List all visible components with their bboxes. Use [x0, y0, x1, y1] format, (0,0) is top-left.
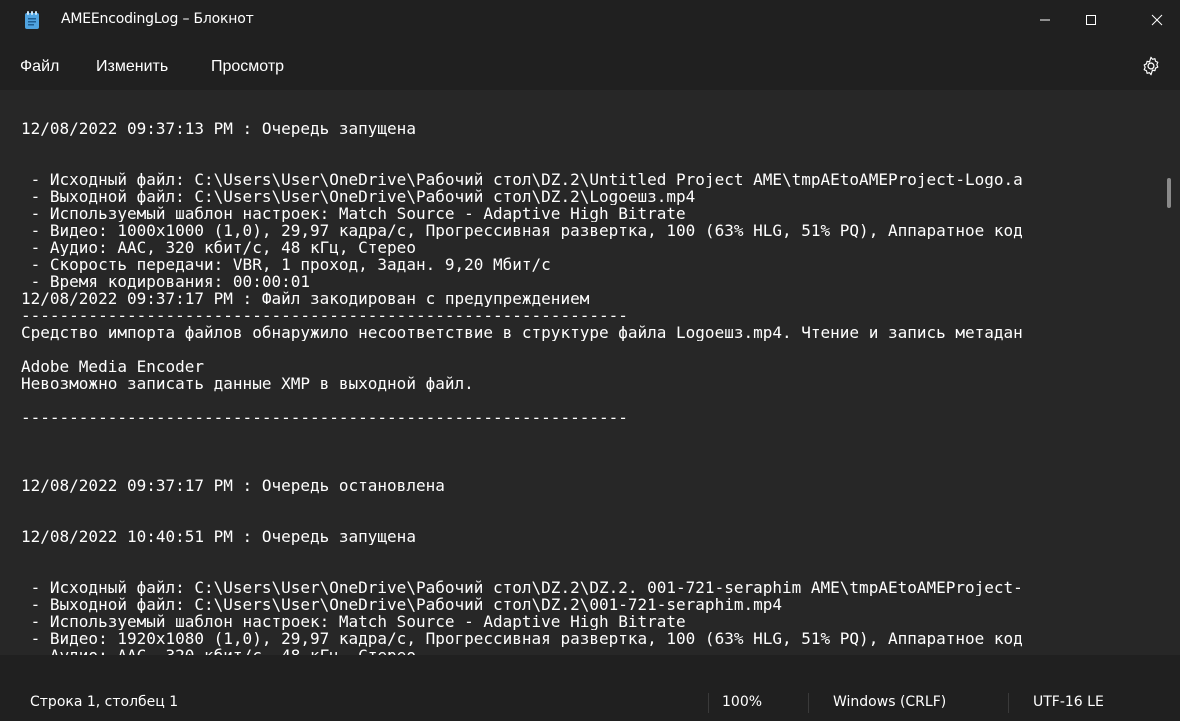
text-editor[interactable]: 12/08/2022 09:37:13 PM : Очередь запущен… — [0, 90, 1160, 655]
text-line: 12/08/2022 09:37:13 PM : Очередь запущен… — [21, 120, 416, 137]
cursor-position: Строка 1, столбец 1 — [30, 694, 179, 710]
text-line: - Аудио: AAC, 320 кбит/с, 48 кГц, Стерео — [21, 239, 416, 256]
text-line — [21, 392, 1160, 409]
text-line: Adobe Media Encoder — [21, 358, 205, 375]
status-divider — [1008, 693, 1009, 713]
text-line: - Используемый шаблон настроек: Match So… — [21, 205, 686, 222]
status-bar: Строка 1, столбец 1 100% Windows (CRLF) … — [0, 685, 1180, 721]
text-line: - Исходный файл: C:\Users\User\OneDrive\… — [21, 579, 1023, 596]
text-line: Средство импорта файлов обнаружило несоо… — [21, 324, 1023, 341]
text-line: - Исходный файл: C:\Users\User\OneDrive\… — [21, 171, 1023, 188]
editor-text[interactable]: 12/08/2022 09:37:13 PM : Очередь запущен… — [21, 120, 1160, 655]
text-line — [21, 443, 1160, 460]
menu-edit[interactable]: Изменить — [96, 58, 168, 76]
text-line: 12/08/2022 09:37:17 PM : Очередь останов… — [21, 477, 445, 494]
text-line: ----------------------------------------… — [21, 307, 628, 324]
minimize-icon — [1040, 19, 1050, 21]
text-line — [21, 511, 1160, 528]
text-line: - Видео: 1000x1000 (1,0), 29,97 кадра/с,… — [21, 222, 1023, 239]
vertical-scrollbar[interactable] — [1160, 90, 1180, 655]
text-line: - Время кодирования: 00:00:01 — [21, 273, 310, 290]
text-line — [21, 460, 1160, 477]
zoom-level: 100% — [722, 694, 763, 710]
gear-icon[interactable] — [1140, 55, 1162, 77]
text-line: - Выходной файл: C:\Users\User\OneDrive\… — [21, 596, 782, 613]
status-spacer — [0, 655, 1180, 685]
minimize-button[interactable] — [1022, 0, 1068, 40]
scrollbar-thumb[interactable] — [1167, 178, 1171, 208]
menu-bar: Файл Изменить Просмотр — [0, 40, 1180, 90]
menu-view[interactable]: Просмотр — [211, 58, 284, 76]
text-line: ----------------------------------------… — [21, 409, 628, 426]
text-line: 12/08/2022 10:40:51 PM : Очередь запущен… — [21, 528, 416, 545]
text-line: 12/08/2022 09:37:17 PM : Файл закодирова… — [21, 290, 590, 307]
status-divider — [808, 693, 809, 713]
text-line — [21, 562, 1160, 579]
text-line: - Видео: 1920x1080 (1,0), 29,97 кадра/с,… — [21, 630, 1023, 647]
title-bar: AMEEncodingLog – Блокнот — [0, 0, 1180, 40]
window-title: AMEEncodingLog – Блокнот — [61, 11, 254, 27]
text-line: - Выходной файл: C:\Users\User\OneDrive\… — [21, 188, 696, 205]
text-line: - Аудио: AAC, 320 кбит/с, 48 кГц, Стерео — [21, 647, 1160, 655]
close-button[interactable] — [1134, 0, 1180, 40]
text-line — [21, 545, 1160, 562]
text-line — [21, 137, 1160, 154]
status-divider — [708, 693, 709, 713]
notepad-icon — [25, 11, 39, 29]
file-encoding: UTF-16 LE — [1033, 694, 1104, 710]
menu-file[interactable]: Файл — [20, 58, 59, 76]
line-ending: Windows (CRLF) — [833, 694, 947, 710]
text-line — [21, 341, 1160, 358]
text-line — [21, 494, 1160, 511]
maximize-button[interactable] — [1068, 0, 1114, 40]
text-line: - Скорость передачи: VBR, 1 проход, Зада… — [21, 256, 551, 273]
text-line: - Используемый шаблон настроек: Match So… — [21, 613, 686, 630]
text-line — [21, 154, 1160, 171]
maximize-icon — [1086, 15, 1096, 25]
close-icon — [1151, 14, 1163, 26]
text-line — [21, 426, 1160, 443]
text-line: Невозможно записать данные XMP в выходно… — [21, 375, 474, 392]
